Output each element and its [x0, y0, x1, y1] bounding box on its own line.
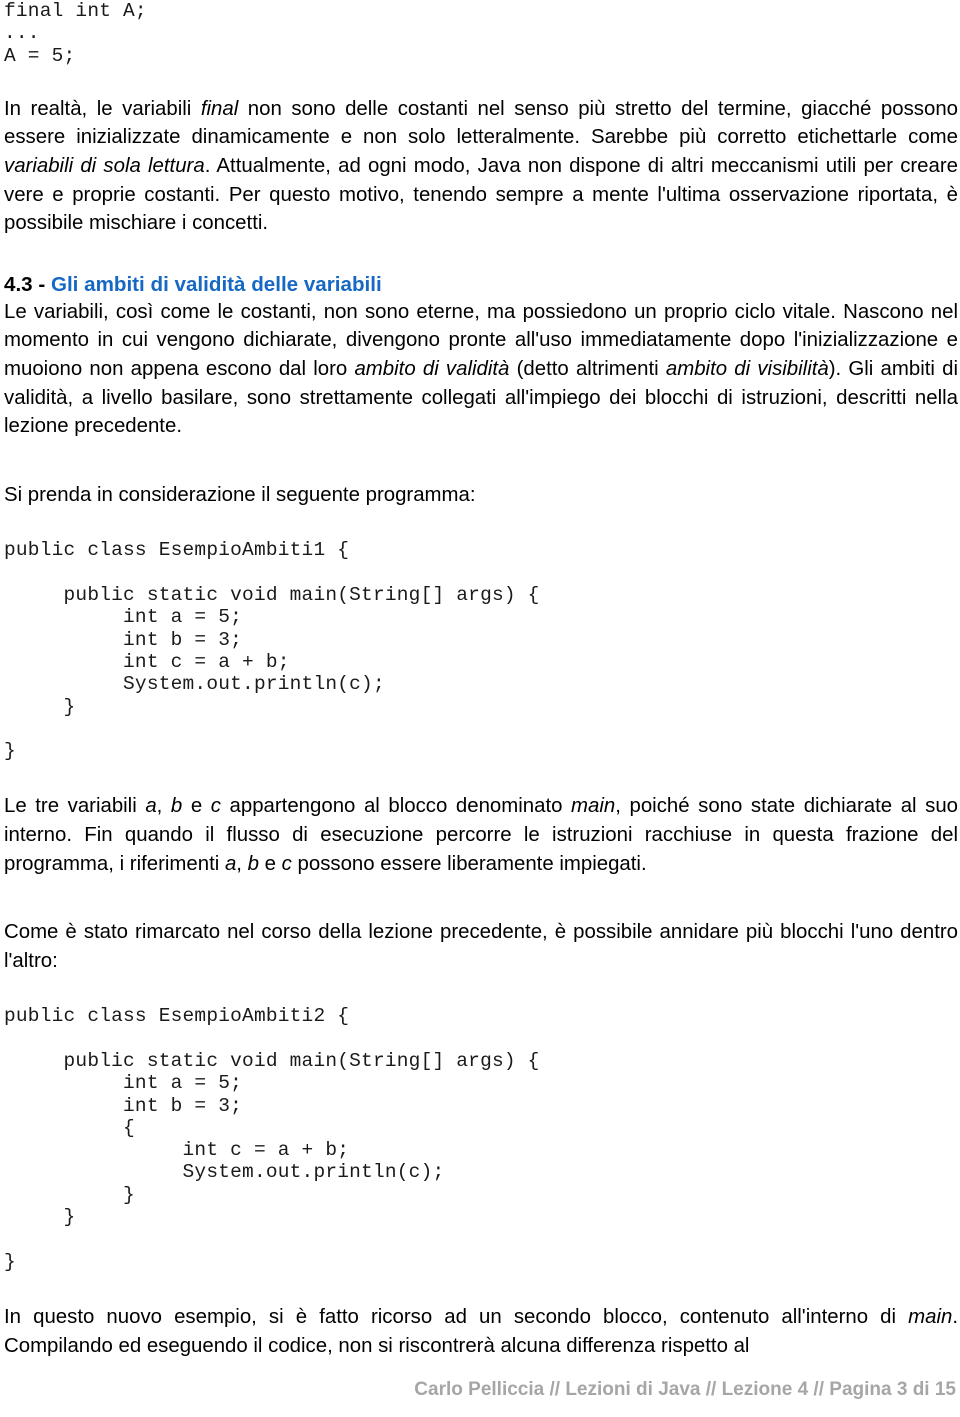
text-run: In questo nuovo esempio, si è fatto rico…: [4, 1305, 909, 1328]
emphasis-main-2: main: [908, 1305, 953, 1328]
emphasis-var-c: c: [210, 795, 221, 818]
document-page: final int A; ... A = 5; In realtà, le va…: [0, 0, 960, 1417]
paragraph-consider-program: Si prenda in considerazione il seguente …: [4, 483, 476, 506]
paragraph-final-variables: In realtà, le variabili final non sono d…: [4, 95, 958, 238]
code-block-esempio-ambiti-2: public class EsempioAmbiti2 { public sta…: [4, 1005, 540, 1273]
emphasis-ref-b: b: [247, 852, 259, 875]
text-run: possono essere liberamente impiegati.: [291, 852, 647, 875]
emphasis-ref-c: c: [281, 852, 292, 875]
text-run: e: [258, 852, 282, 875]
paragraph-nested-blocks: Come è stato rimarcato nel corso della l…: [4, 921, 958, 972]
emphasis-variabili-di-sola-lettura: variabili di sola lettura: [4, 155, 205, 178]
emphasis-ambito-di-visibilita: ambito di visibilità: [665, 358, 829, 381]
emphasis-main: main: [571, 795, 616, 818]
text-run: (detto altrimenti: [509, 358, 666, 381]
section-number: 4.3 -: [4, 272, 51, 296]
text-run: ,: [156, 795, 171, 818]
emphasis-final: final: [200, 97, 239, 120]
page-footer: Carlo Pelliccia // Lezioni di Java // Le…: [414, 1379, 956, 1400]
section-title: Gli ambiti di validità delle variabili: [50, 272, 382, 296]
text-run: e: [182, 795, 211, 818]
code-block-esempio-ambiti-1: public class EsempioAmbiti1 { public sta…: [4, 539, 540, 763]
emphasis-var-a: a: [145, 795, 157, 818]
text-run: Le tre variabili: [4, 795, 146, 818]
text-run: appartengono al blocco denominato: [220, 795, 572, 818]
paragraph-new-example: In questo nuovo esempio, si è fatto rico…: [4, 1303, 958, 1360]
section-heading: 4.3 - Gli ambiti di validità delle varia…: [4, 272, 958, 298]
text-run: ,: [236, 852, 248, 875]
emphasis-ref-a: a: [224, 852, 237, 875]
paragraph-scope-intro: Le variabili, così come le costanti, non…: [4, 298, 958, 441]
emphasis-ambito-di-validita: ambito di validità: [354, 358, 510, 381]
paragraph-three-variables: Le tre variabili a, b e c appartengono a…: [4, 792, 958, 878]
code-snippet-final-int: final int A; ... A = 5;: [4, 0, 147, 67]
text-run: In realtà, le variabili: [4, 97, 201, 120]
emphasis-var-b: b: [170, 795, 183, 818]
